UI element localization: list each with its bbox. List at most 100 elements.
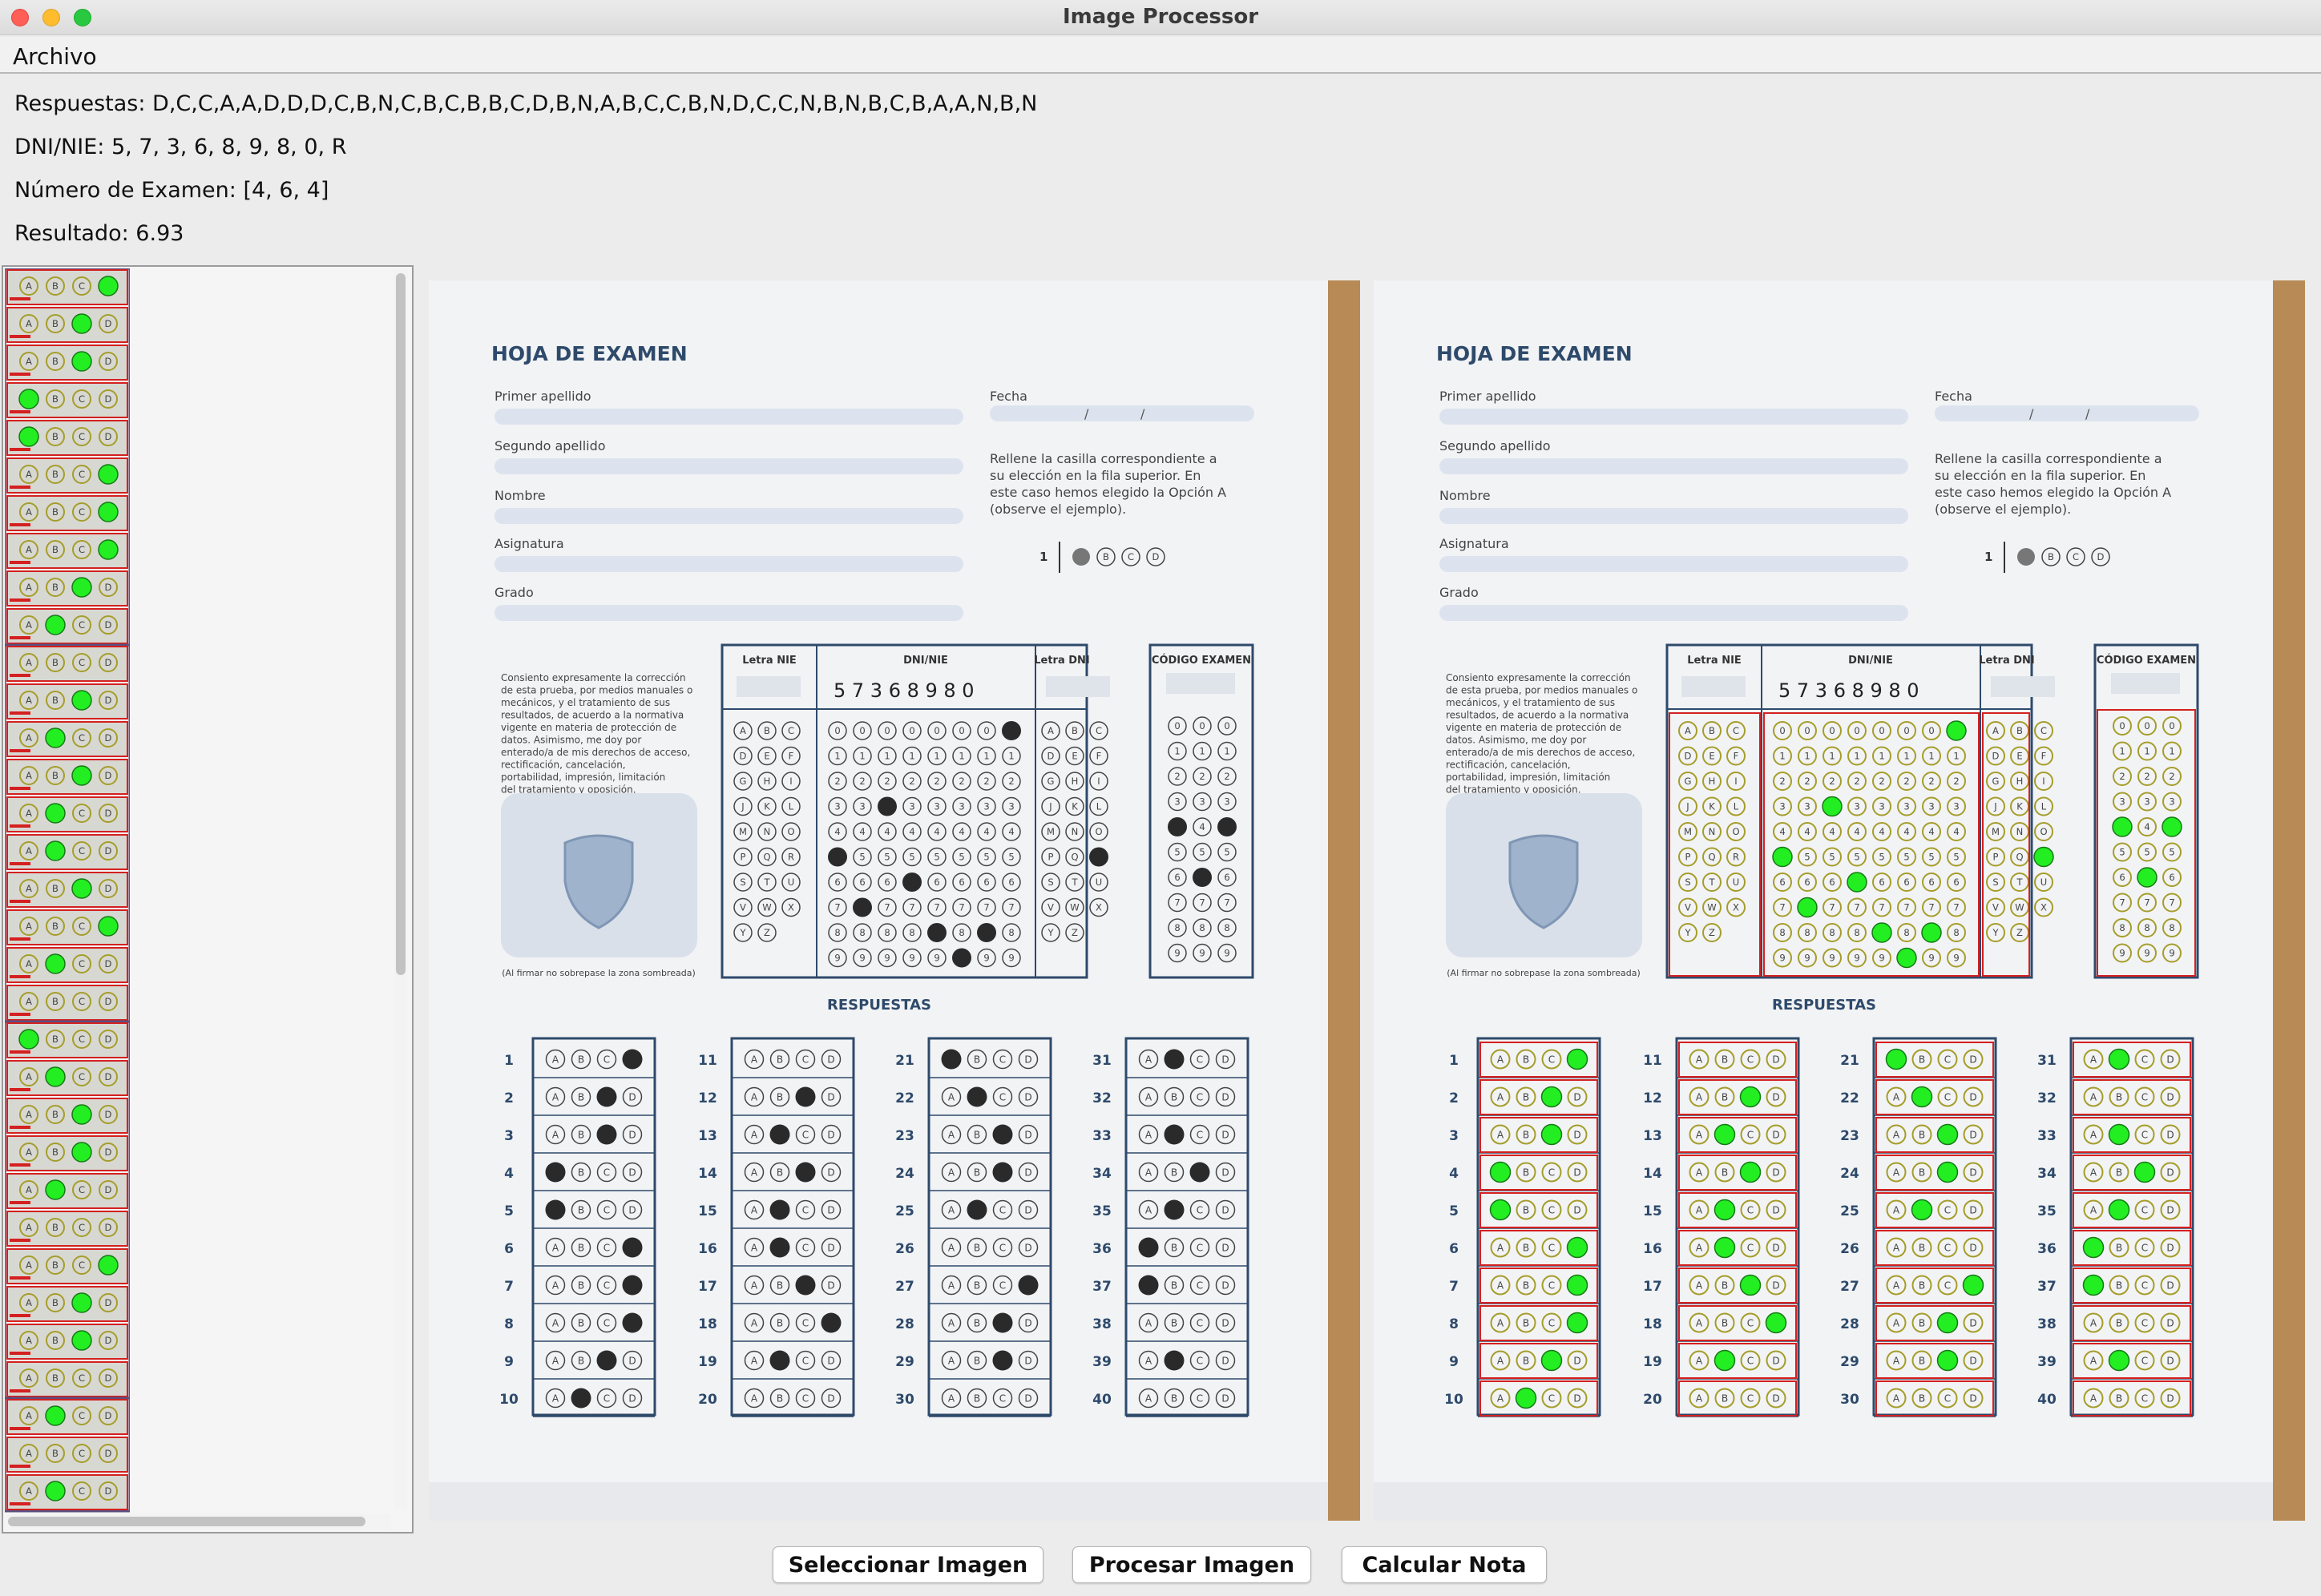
bubble-letter: 9 [1854,953,1859,964]
thumbnail-item[interactable]: A B C [6,495,128,531]
sheet-title: HOJA DE EXAMEN [1436,342,1633,365]
bubble-filled-mark [1217,817,1237,836]
bubble-letter: A [552,1317,559,1328]
thumbnail-item[interactable]: ACD [6,1060,128,1096]
select-image-button[interactable]: Seleccionar Imagen [773,1546,1043,1583]
bubble-letter: D [2166,1355,2174,1366]
bubble-detected-mark [18,1029,39,1050]
thumbnail-item[interactable]: A B C D [6,1211,128,1247]
question-number: 37 [1092,1279,1112,1295]
thumbnail-item[interactable]: A B C [6,457,128,494]
thumbnail-horizontal-scrollbar[interactable] [6,1513,391,1530]
thumbnail-item[interactable]: ABD [6,1098,128,1134]
field-line [1439,605,1908,621]
bubble-letter: B [1171,1091,1177,1102]
thumbnail-item[interactable]: ABD [6,1135,128,1171]
bubble-letter: 0 [2144,720,2149,732]
bubble-letter: 8 [909,927,914,938]
thumbnail-item[interactable]: A B C D [6,1361,128,1397]
bubble-letter: D [105,318,112,329]
process-image-button[interactable]: Procesar Imagen [1072,1546,1311,1583]
bubble-letter: Y [739,927,746,938]
bubble-letter: B [1919,1280,1925,1291]
bubble-letter: 7 [1779,902,1785,913]
thumbnail-item[interactable]: ABD [6,1324,128,1360]
sheet-title: HOJA DE EXAMEN [491,342,688,365]
horizontal-scroll-thumb[interactable] [8,1517,365,1526]
bubble-letter: 3 [1008,801,1014,812]
calculate-grade-button[interactable]: Calcular Nota [1342,1546,1547,1583]
bubble-letter: B [52,1147,59,1158]
bubble-letter: 1 [1174,746,1180,757]
bubble-letter: B [52,1109,59,1120]
bubble-letter: 6 [2119,872,2125,883]
thumbnail-list-panel[interactable]: A B C A B D A B D B C D B C D A B C A B C A B C A B D A C D A B C D A B D A C D… [2,265,414,1534]
question-number: 19 [1643,1354,1662,1370]
bubble-letter: D [1992,751,2000,762]
thumbnail-item[interactable]: ACD [6,608,128,644]
bubble-letter: D [1047,751,1055,762]
thumbnail-item[interactable]: B C D [6,382,128,418]
thumbnail-item[interactable]: A B C D [6,985,128,1021]
bubble-letter: D [105,958,112,969]
question-number: 22 [1840,1090,1859,1106]
thumbnail-item[interactable]: ABD [6,570,128,607]
bubble-filled-mark [992,1350,1013,1371]
thumbnail-vertical-scrollbar[interactable] [394,270,407,1509]
thumbnail-item[interactable]: ACD [6,947,128,983]
bubble-letter: D [1221,1091,1229,1102]
bubble-letter: 0 [1174,720,1180,732]
bubble-detected-mark [2108,1123,2130,1146]
bubble-letter: D [1772,1392,1779,1404]
thumbnail-row-tag [10,975,30,978]
bubble-letter: B [764,725,770,736]
bubble-letter: D [1573,1204,1580,1215]
thumbnail-item[interactable]: ABD [6,872,128,908]
bubble-letter: 4 [983,826,989,837]
thumbnail-item[interactable]: ACD [6,1474,128,1510]
thumbnail-item[interactable]: A B C D [6,1437,128,1473]
bubble-letter: F [2041,751,2047,762]
thumbnail-item[interactable]: ACD [6,1173,128,1209]
thumbnail-item[interactable]: ABD [6,1286,128,1322]
bubble-letter: A [1893,1129,1900,1140]
bubble-letter: 0 [983,725,989,736]
bubble-detected-mark [1714,1236,1736,1259]
thumbnail-item[interactable]: ACD [6,721,128,757]
bubble-detected-mark [1714,1199,1736,1221]
bubble-letter: D [827,1204,834,1215]
thumbnail-item[interactable]: A B C [6,909,128,945]
question-number: 38 [1092,1316,1112,1332]
bubble-detected-mark [98,276,119,296]
bubble-letter: 5 [1829,852,1835,863]
bubble-letter: 3 [1903,801,1909,812]
menu-archivo[interactable]: Archivo [13,43,97,70]
thumbnail-item[interactable]: ABD [6,759,128,795]
thumbnail-row-tag [10,598,30,602]
thumbnail-item[interactable]: ABD [6,345,128,381]
bubble-letter: D [105,695,112,706]
thumbnail-item[interactable]: ACD [6,796,128,832]
bubble-letter: 4 [1804,826,1810,837]
bubble-letter: D [1573,1129,1580,1140]
thumbnail-item[interactable]: A B C [6,533,128,569]
bubble-letter: C [603,1280,610,1291]
bubble-letter: B [52,469,59,480]
bubble-letter: N [1709,826,1716,837]
bubble-letter: 4 [1829,826,1835,837]
bubble-letter: 2 [1804,776,1810,787]
vertical-scroll-thumb[interactable] [396,273,406,975]
bubble-letter: 7 [959,902,964,913]
bubble-letter: 0 [1804,725,1810,736]
bubble-letter: 4 [2144,821,2149,832]
question-number: 25 [1840,1203,1859,1219]
bubble-letter: 9 [1928,953,1934,964]
thumbnail-item[interactable]: A B C [6,1248,128,1284]
thumbnail-item[interactable]: ACD [6,834,128,870]
field-label: Nombre [1439,488,1491,503]
bubble-letter: C [2141,1392,2148,1404]
thumbnail-item[interactable]: ABD [6,683,128,719]
bubble-detected-mark [1772,846,1793,868]
thumbnail-item[interactable]: ABD [6,307,128,343]
thumbnail-item[interactable]: B C D [6,420,128,456]
